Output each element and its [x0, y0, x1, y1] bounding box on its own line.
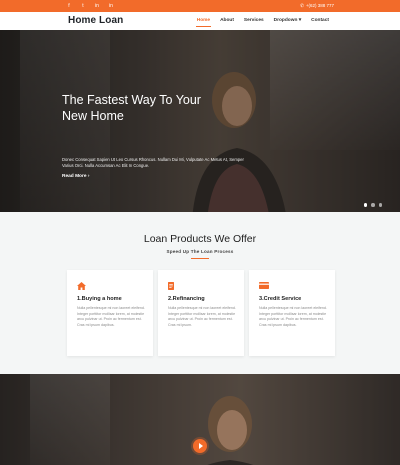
slider-dot-3[interactable]	[378, 203, 382, 207]
product-card-credit[interactable]: 3.Credit Service Nulla pellentesque mi n…	[249, 270, 335, 356]
card-title: 3.Credit Service	[259, 296, 302, 302]
loan-products-section: Loan Products We Offer Speed Up The Loan…	[0, 212, 400, 374]
nav-item-home[interactable]: Home	[192, 12, 215, 30]
facebook-icon[interactable]: f	[66, 2, 72, 10]
linkedin-icon[interactable]: in	[108, 2, 114, 10]
hero-slider: The Fastest Way To Your New Home Donec C…	[0, 30, 400, 212]
brand-logo[interactable]: Home Loan	[68, 15, 123, 26]
play-button[interactable]	[193, 439, 207, 453]
section-title: Loan Products We Offer	[143, 233, 257, 245]
hero-title: The Fastest Way To Your New Home	[62, 92, 242, 124]
document-icon	[168, 282, 174, 290]
nav-item-contact[interactable]: Contact	[306, 12, 334, 30]
card-title: 1.Buying a home	[77, 296, 122, 302]
slider-dot-1[interactable]	[363, 203, 367, 207]
card-title: 2.Refinancing	[168, 296, 205, 302]
hero-title-line-2: New Home	[62, 109, 124, 123]
section-subtitle: Speed Up The Loan Process	[166, 249, 234, 254]
phone-contact[interactable]: ✆ +(62) 388 777	[300, 2, 334, 10]
product-card-refinancing[interactable]: 2.Refinancing Nulla pellentesque mi non …	[158, 270, 244, 356]
nav-item-about[interactable]: About	[215, 12, 239, 30]
credit-card-icon	[259, 282, 269, 289]
hero-description: Donec Consequat Sapien Ut Leo Cursus Rho…	[62, 157, 244, 168]
twitter-icon[interactable]: t	[80, 2, 86, 10]
product-card-buying[interactable]: 1.Buying a home Nulla pellentesque mi no…	[67, 270, 153, 356]
card-text: Nulla pellentesque mi non laoreet eleife…	[168, 306, 236, 327]
slider-dot-2[interactable]	[371, 203, 375, 207]
hero-title-line-1: The Fastest Way To Your	[62, 93, 201, 107]
phone-icon: ✆	[300, 3, 304, 8]
card-text: Nulla pellentesque mi non laoreet eleife…	[77, 306, 145, 327]
home-icon	[77, 282, 86, 290]
social-links: f t in in	[66, 2, 114, 10]
read-more-link[interactable]: Read More ›	[62, 174, 89, 179]
google-plus-icon[interactable]: in	[94, 2, 100, 10]
nav-menu: Home About Services Dropdown ▾ Contact	[192, 12, 334, 30]
top-bar: f t in in ✆ +(62) 388 777	[0, 0, 400, 12]
slider-dots	[363, 203, 382, 207]
main-navigation: Home Loan Home About Services Dropdown ▾…	[0, 12, 400, 30]
nav-item-services[interactable]: Services	[239, 12, 269, 30]
title-underline	[191, 258, 209, 259]
phone-number: +(62) 388 777	[305, 3, 334, 8]
card-text: Nulla pellentesque mi non laoreet eleife…	[259, 306, 327, 327]
nav-item-dropdown[interactable]: Dropdown ▾	[269, 12, 306, 30]
